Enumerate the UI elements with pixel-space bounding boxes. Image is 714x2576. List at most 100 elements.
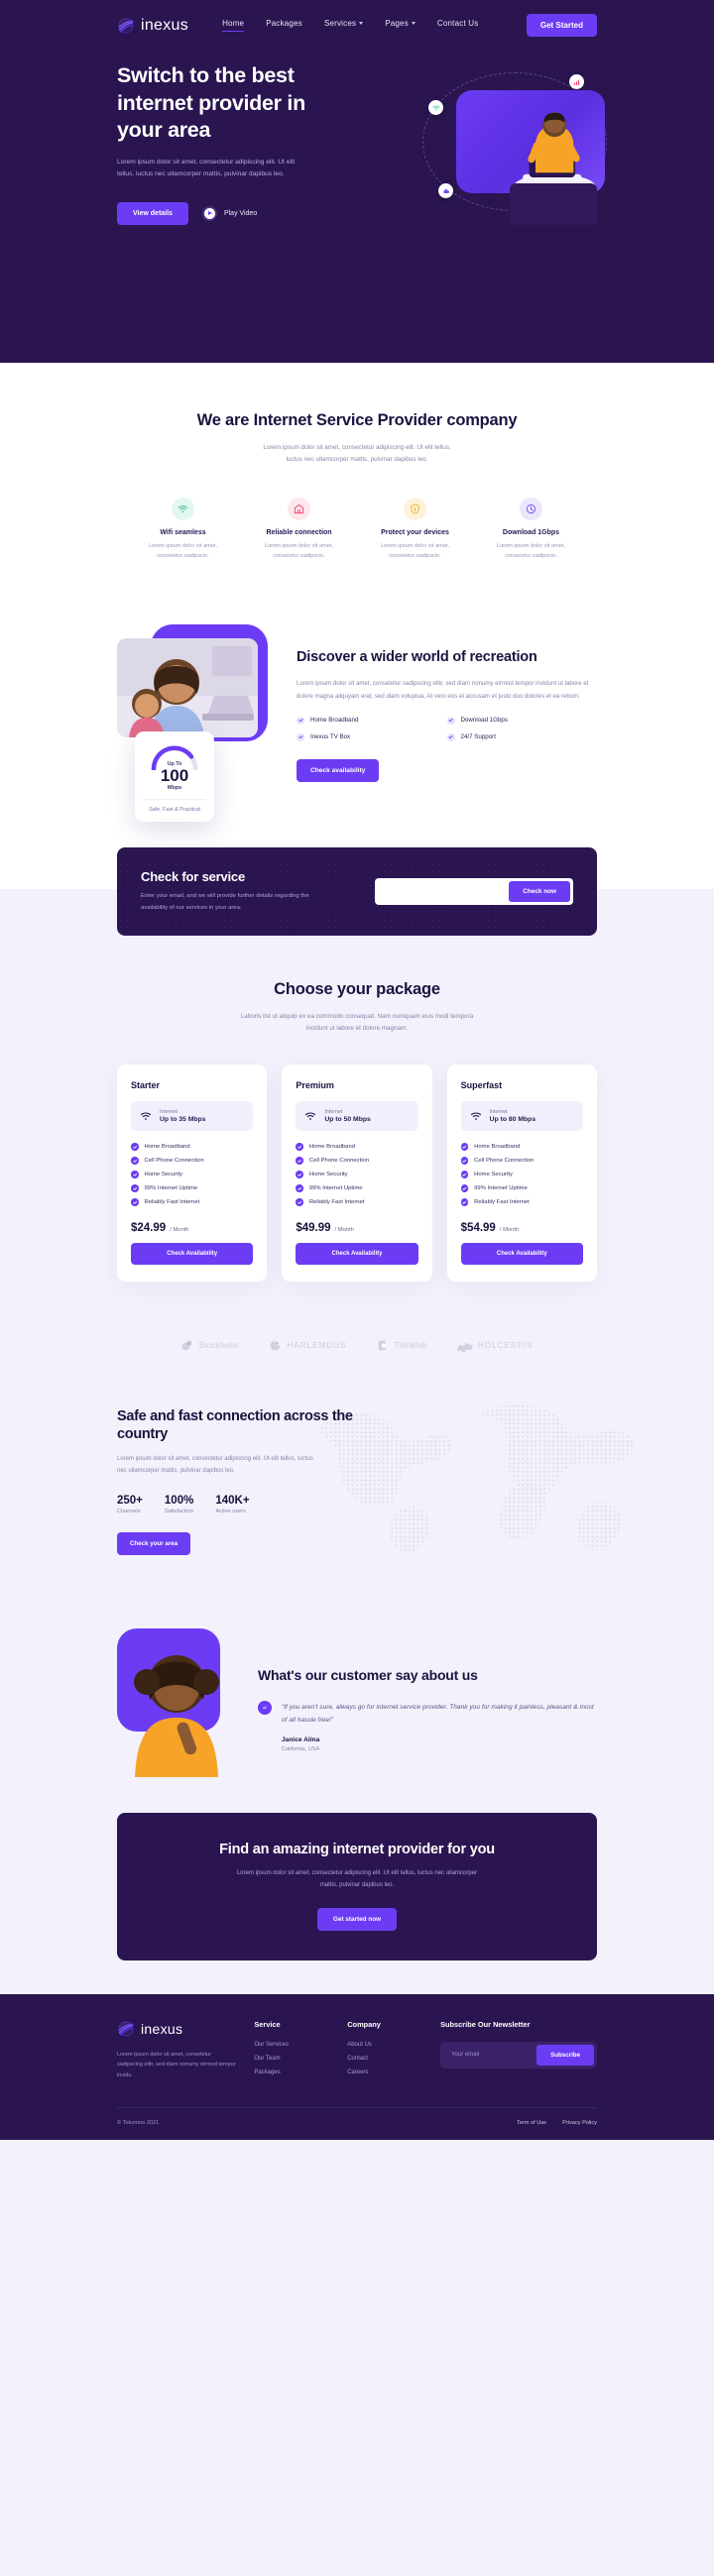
- footer-link-packages[interactable]: Packages: [254, 2070, 347, 2075]
- wifi-icon: [432, 105, 439, 111]
- discover-check-availability-button[interactable]: Check availability: [297, 758, 380, 782]
- brand-name: inexus: [141, 16, 189, 34]
- service-check-email-input[interactable]: [378, 881, 510, 903]
- package-check-availability-button[interactable]: Check Availability: [460, 1242, 583, 1265]
- hero-copy: Switch to the best internet provider in …: [117, 62, 345, 225]
- nav-item-packages[interactable]: Packages: [266, 19, 302, 32]
- stat-satisfaction: 100% Satisfaction: [165, 1495, 193, 1514]
- coverage-stats: 250+ Channels 100% Satisfaction 140K+ Ac…: [117, 1495, 360, 1514]
- package-feature: Cell Phone Connection: [131, 1157, 253, 1165]
- get-started-button[interactable]: Get Started: [526, 14, 597, 37]
- package-speed-value: Up to 35 Mbps: [160, 1116, 206, 1124]
- get-started-now-button[interactable]: Get started now: [316, 1907, 398, 1931]
- packages-section: Choose your package Laboris list ut aliq…: [0, 936, 714, 1316]
- package-check-availability-button[interactable]: Check Availability: [131, 1242, 254, 1265]
- package-speed-value: Up to 80 Mbps: [489, 1116, 536, 1124]
- newsletter-title: Subscribe Our Newsletter: [440, 2019, 531, 2029]
- check-now-button[interactable]: Check now: [509, 881, 570, 903]
- package-feature-label: Cell Phone Connection: [474, 1157, 535, 1164]
- check-icon: [296, 1171, 303, 1178]
- footer-link-privacy-policy[interactable]: Privacy Policy: [562, 2120, 597, 2126]
- footer-link-our-team[interactable]: Our Team: [254, 2056, 347, 2062]
- speed-card-upto: Up To: [167, 761, 182, 768]
- nav-item-services[interactable]: Services: [323, 19, 364, 32]
- footer-column-service: Service Our Services Our Team Packages: [254, 2020, 347, 2081]
- hero-actions: View details Play Video: [117, 201, 345, 225]
- footer-brand-column: inexus Lorem ipsum dolor sit amet, conse…: [117, 2020, 254, 2081]
- service-check-title: Check for service: [141, 869, 245, 885]
- package-price-row: $24.99 / Month: [131, 1222, 253, 1234]
- brand-logo[interactable]: inexus: [117, 17, 188, 35]
- check-icon: [460, 1184, 469, 1192]
- testimonial-copy: What's our customer say about us “ “If y…: [258, 1628, 597, 1752]
- hero-decorative-block: [510, 182, 597, 225]
- play-video-button[interactable]: Play Video: [201, 205, 258, 221]
- newsletter-email-input[interactable]: [443, 2044, 537, 2066]
- view-details-button[interactable]: View details: [117, 201, 188, 225]
- stat-label: Active users: [215, 1508, 246, 1514]
- footer-column-company: Company About Us Contact Careers: [347, 2020, 440, 2081]
- nav-item-home-label: Home: [222, 19, 245, 28]
- package-price-row: $54.99 / Month: [461, 1222, 583, 1234]
- nav-item-contact-us-label: Contact Us: [436, 19, 479, 28]
- check-icon: [297, 732, 304, 741]
- package-feature-label: Reliably Fast Internet: [308, 1198, 365, 1205]
- package-speed-banner: Internet Up to 35 Mbps: [131, 1101, 254, 1132]
- package-check-availability-button[interactable]: Check Availability: [296, 1242, 418, 1265]
- package-feature-label: Reliably Fast Internet: [144, 1198, 200, 1205]
- feature-desc: Lorem ipsum dolor sit amet, consetetur s…: [264, 542, 333, 560]
- packages-subtitle: Laboris list ut aliquip ex ea commodo co…: [240, 1013, 474, 1033]
- speed-card-unit: Mbps: [167, 785, 182, 792]
- coverage-paragraph: Lorem ipsum dolor sit amet, consectetur …: [117, 1456, 313, 1474]
- package-feature: Cell Phone Connection: [460, 1157, 583, 1165]
- package-feature-list: Home Broadband Cell Phone Connection Hom…: [131, 1143, 253, 1206]
- package-feature: 99% Internet Uptime: [131, 1184, 253, 1192]
- play-video-label: Play Video: [223, 209, 258, 217]
- footer-link-about-us[interactable]: About Us: [347, 2042, 440, 2048]
- package-feature: Reliably Fast Internet: [131, 1198, 253, 1206]
- subscribe-button[interactable]: Subscribe: [536, 2044, 595, 2066]
- package-card-premium: Premium Internet Up to 50 Mbps Home Broa…: [282, 1064, 432, 1282]
- stat-channels: 250+ Channels: [117, 1495, 143, 1514]
- footer-brand-logo[interactable]: inexus: [117, 2020, 254, 2038]
- package-feature-label: Home Security: [474, 1171, 513, 1177]
- footer-link-contact[interactable]: Contact: [347, 2056, 440, 2062]
- package-speed-value: Up to 50 Mbps: [324, 1116, 371, 1124]
- cta-section: Find an amazing internet provider for yo…: [0, 1803, 714, 1994]
- landing-page: inexus Home Packages Services Pages Cont…: [0, 0, 714, 2140]
- features-subtitle: Lorem ipsum dolor sit amet, consectetur …: [263, 443, 451, 463]
- check-icon: [296, 1143, 303, 1151]
- nav-item-pages[interactable]: Pages: [385, 19, 416, 32]
- package-feature: Home Broadband: [131, 1143, 253, 1151]
- feature-card-wifi-seamless: Wifi seamless Lorem ipsum dolor sit amet…: [138, 497, 229, 562]
- nav-item-home[interactable]: Home: [222, 19, 245, 32]
- hero-subtitle: Lorem ipsum dolor sit amet, consectetur …: [117, 158, 296, 177]
- nav-item-services-label: Services: [323, 19, 357, 28]
- package-speed-caption: Internet: [324, 1109, 343, 1116]
- check-icon: [296, 1184, 303, 1192]
- partner-logos: Stockholm HARLEMDUS Thinklab HOLCERFIS: [0, 1317, 714, 1380]
- nav-item-packages-label: Packages: [266, 19, 302, 28]
- footer-link-our-services[interactable]: Our Services: [254, 2042, 347, 2048]
- wifi-icon: [172, 497, 194, 520]
- package-feature: 99% Internet Uptime: [460, 1184, 583, 1192]
- partner-name: Stockholm: [198, 1340, 240, 1350]
- check-your-area-button[interactable]: Check your area: [117, 1531, 191, 1555]
- wifi-icon: [140, 1112, 152, 1120]
- download-speed-icon: [520, 497, 542, 520]
- package-feature: Cell Phone Connection: [296, 1157, 417, 1165]
- nav-item-contact-us[interactable]: Contact Us: [437, 19, 479, 32]
- feature-card-protect-your-devices: Protect your devices Lorem ipsum dolor s…: [370, 497, 461, 562]
- partner-logo-thinklab: Thinklab: [376, 1339, 427, 1352]
- package-speed-caption: Internet: [160, 1109, 178, 1116]
- cloud-icon-badge: [438, 183, 453, 198]
- footer-link-careers[interactable]: Careers: [347, 2070, 440, 2075]
- footer-link-term-of-use[interactable]: Term of Use: [517, 2120, 546, 2126]
- check-icon: [296, 1198, 303, 1206]
- feature-card-download-1gbps: Download 1Gbps Lorem ipsum dolor sit ame…: [486, 497, 577, 562]
- package-feature: Reliably Fast Internet: [460, 1198, 583, 1206]
- package-feature-label: Cell Phone Connection: [144, 1157, 204, 1164]
- checklist-label: Home Broadband: [310, 717, 359, 725]
- testimonial-title: What's our customer say about us: [258, 1666, 478, 1683]
- package-feature: 99% Internet Uptime: [296, 1184, 417, 1192]
